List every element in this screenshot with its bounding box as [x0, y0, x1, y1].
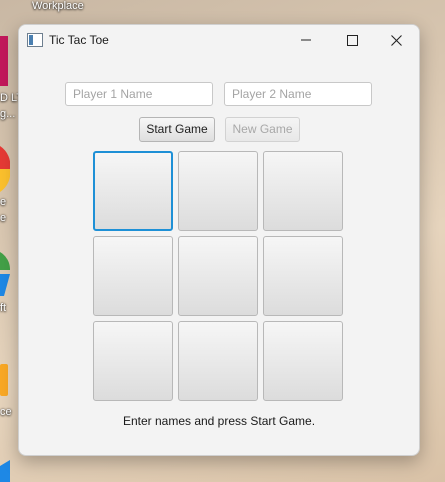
desktop-label-6: ce [0, 406, 12, 418]
new-game-button[interactable]: New Game [225, 117, 300, 142]
minimize-icon [301, 39, 311, 41]
status-message: Enter names and press Start Game. [122, 414, 316, 428]
tic-tac-toe-window: Tic Tac Toe Start Game New Game [18, 24, 420, 456]
game-board [93, 151, 345, 403]
microsoft-app-icon[interactable] [0, 252, 10, 296]
board-cell-3[interactable] [263, 151, 343, 231]
maximize-button[interactable] [329, 25, 375, 55]
board-cell-1[interactable] [93, 151, 173, 231]
app-window-icon [27, 33, 43, 47]
board-cell-9[interactable] [263, 321, 343, 401]
board-cell-5[interactable] [178, 236, 258, 316]
desktop-label-4: e [0, 212, 7, 224]
title-bar[interactable]: Tic Tac Toe [19, 25, 419, 55]
window-title: Tic Tac Toe [49, 33, 109, 47]
player-2-name-input[interactable] [224, 82, 372, 106]
maximize-icon [346, 34, 358, 46]
board-cell-7[interactable] [93, 321, 173, 401]
desktop-label-workplace[interactable]: Workplace [32, 0, 84, 12]
chrome-icon[interactable] [0, 146, 10, 192]
close-button[interactable] [373, 25, 419, 55]
desktop-label-3: e [0, 196, 7, 208]
minimize-button[interactable] [283, 25, 329, 55]
desktop-label-2: g... [0, 108, 16, 120]
folder-shortcut-icon[interactable] [0, 364, 8, 396]
board-cell-2[interactable] [178, 151, 258, 231]
board-cell-8[interactable] [178, 321, 258, 401]
blue-app-icon[interactable] [0, 460, 10, 482]
board-cell-6[interactable] [263, 236, 343, 316]
board-cell-4[interactable] [93, 236, 173, 316]
close-icon [390, 34, 402, 46]
start-game-button[interactable]: Start Game [139, 117, 215, 142]
player-1-name-input[interactable] [65, 82, 213, 106]
desktop-label-5: ft [0, 302, 7, 314]
app-shortcut-icon[interactable] [0, 36, 8, 86]
